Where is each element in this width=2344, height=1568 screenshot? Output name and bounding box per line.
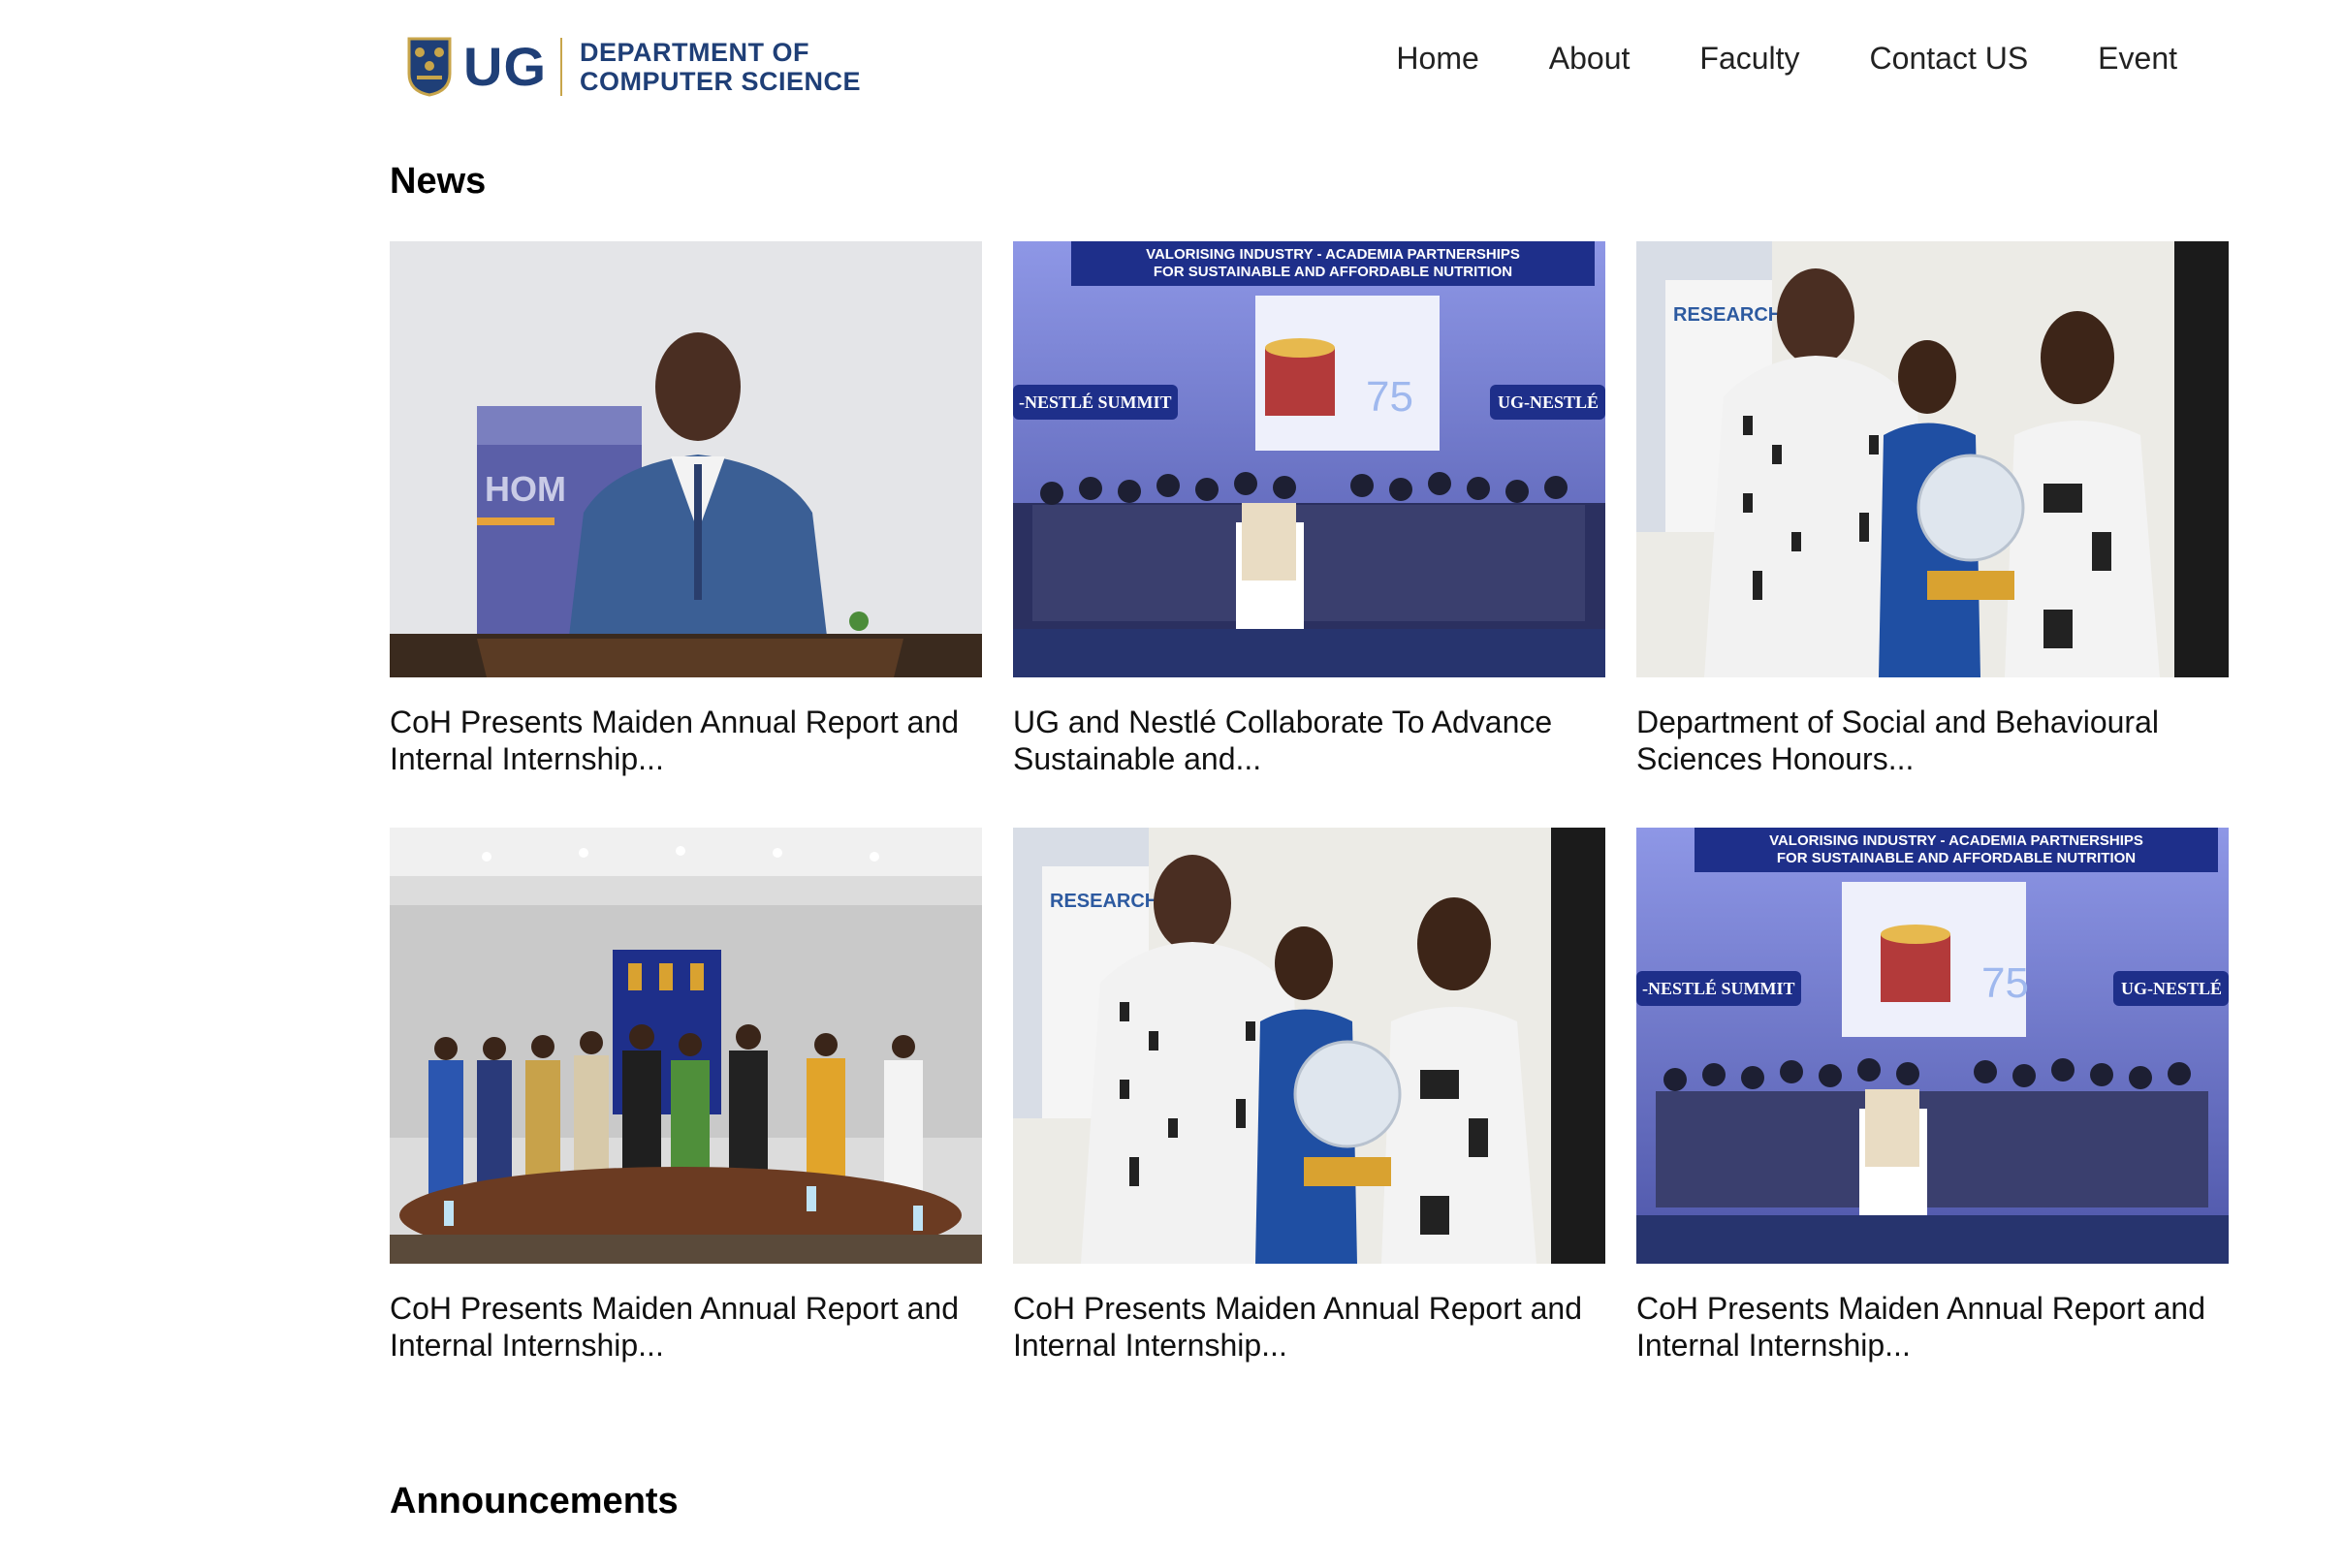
logo-ug-text: UG [463, 36, 547, 97]
news-card[interactable]: CoH Presents Maiden Annual Report and In… [390, 828, 982, 1364]
news-image-award[interactable]: RESEARCH [1013, 828, 1605, 1264]
nav-home[interactable]: Home [1396, 37, 1478, 79]
news-caption[interactable]: Department of Social and Behavioural Sci… [1636, 704, 2229, 777]
news-image-nestle-summit[interactable]: VALORISING INDUSTRY - ACADEMIA PARTNERSH… [1013, 241, 1605, 677]
news-grid: HOM CoH Presents Maiden Annual Report an… [390, 241, 2229, 1364]
nav-about[interactable]: About [1549, 37, 1631, 79]
page: UG DEPARTMENT OF COMPUTER SCIENCE Home A… [0, 0, 2344, 1568]
research-sign-text: RESEARCH [1673, 304, 1782, 326]
news-card[interactable]: VALORISING INDUSTRY - ACADEMIA PARTNERSH… [1636, 828, 2229, 1364]
announcements-heading: Announcements [390, 1481, 679, 1521]
banner-text-1: VALORISING INDUSTRY - ACADEMIA PARTNERSH… [1769, 832, 2143, 849]
site-logo[interactable]: UG DEPARTMENT OF COMPUTER SCIENCE [407, 35, 861, 99]
svg-text:UG-NESTLÉ: UG-NESTLÉ [1498, 392, 1599, 412]
svg-text:75: 75 [1981, 959, 2029, 1007]
svg-text:HOM: HOM [485, 469, 566, 509]
banner-text-1: VALORISING INDUSTRY - ACADEMIA PARTNERSH… [1146, 246, 1520, 263]
nav-faculty[interactable]: Faculty [1699, 37, 1799, 79]
banner-text-2: FOR SUSTAINABLE AND AFFORDABLE NUTRITION [1154, 264, 1512, 280]
news-card[interactable]: VALORISING INDUSTRY - ACADEMIA PARTNERSH… [1013, 241, 1605, 777]
nav-event[interactable]: Event [2098, 37, 2177, 79]
main-nav: Home About Faculty Contact US Event [1326, 37, 2177, 79]
svg-text:UG-NESTLÉ: UG-NESTLÉ [2121, 978, 2222, 998]
news-caption[interactable]: CoH Presents Maiden Annual Report and In… [390, 704, 982, 777]
logo-department-name: DEPARTMENT OF COMPUTER SCIENCE [580, 38, 861, 96]
research-sign-text: RESEARCH [1050, 891, 1158, 912]
news-caption[interactable]: CoH Presents Maiden Annual Report and In… [1636, 1290, 2229, 1364]
logo-divider [560, 38, 562, 96]
news-caption[interactable]: CoH Presents Maiden Annual Report and In… [390, 1290, 982, 1364]
news-caption[interactable]: CoH Presents Maiden Annual Report and In… [1013, 1290, 1605, 1364]
logo-line-1: DEPARTMENT OF [580, 38, 809, 67]
nav-contact-us[interactable]: Contact US [1870, 37, 2029, 79]
news-image-nestle-summit[interactable]: VALORISING INDUSTRY - ACADEMIA PARTNERSH… [1636, 828, 2229, 1264]
news-card[interactable]: RESEARCH [1013, 828, 1605, 1364]
news-image-award[interactable]: RESEARCH [1636, 241, 2229, 677]
ug-crest-icon [407, 37, 452, 97]
banner-text-2: FOR SUSTAINABLE AND AFFORDABLE NUTRITION [1777, 850, 2136, 866]
logo-line-2: COMPUTER SCIENCE [580, 67, 862, 96]
news-caption[interactable]: UG and Nestlé Collaborate To Advance Sus… [1013, 704, 1605, 777]
svg-text:-NESTLÉ SUMMIT: -NESTLÉ SUMMIT [1642, 978, 1795, 998]
news-image-speaker[interactable]: HOM [390, 241, 982, 677]
news-card[interactable]: HOM CoH Presents Maiden Annual Report an… [390, 241, 982, 777]
svg-text:75: 75 [1366, 373, 1413, 421]
news-heading: News [390, 161, 487, 202]
svg-text:-NESTLÉ SUMMIT: -NESTLÉ SUMMIT [1019, 392, 1172, 412]
news-card[interactable]: RESEARCH [1636, 241, 2229, 777]
news-image-boardroom[interactable] [390, 828, 982, 1264]
